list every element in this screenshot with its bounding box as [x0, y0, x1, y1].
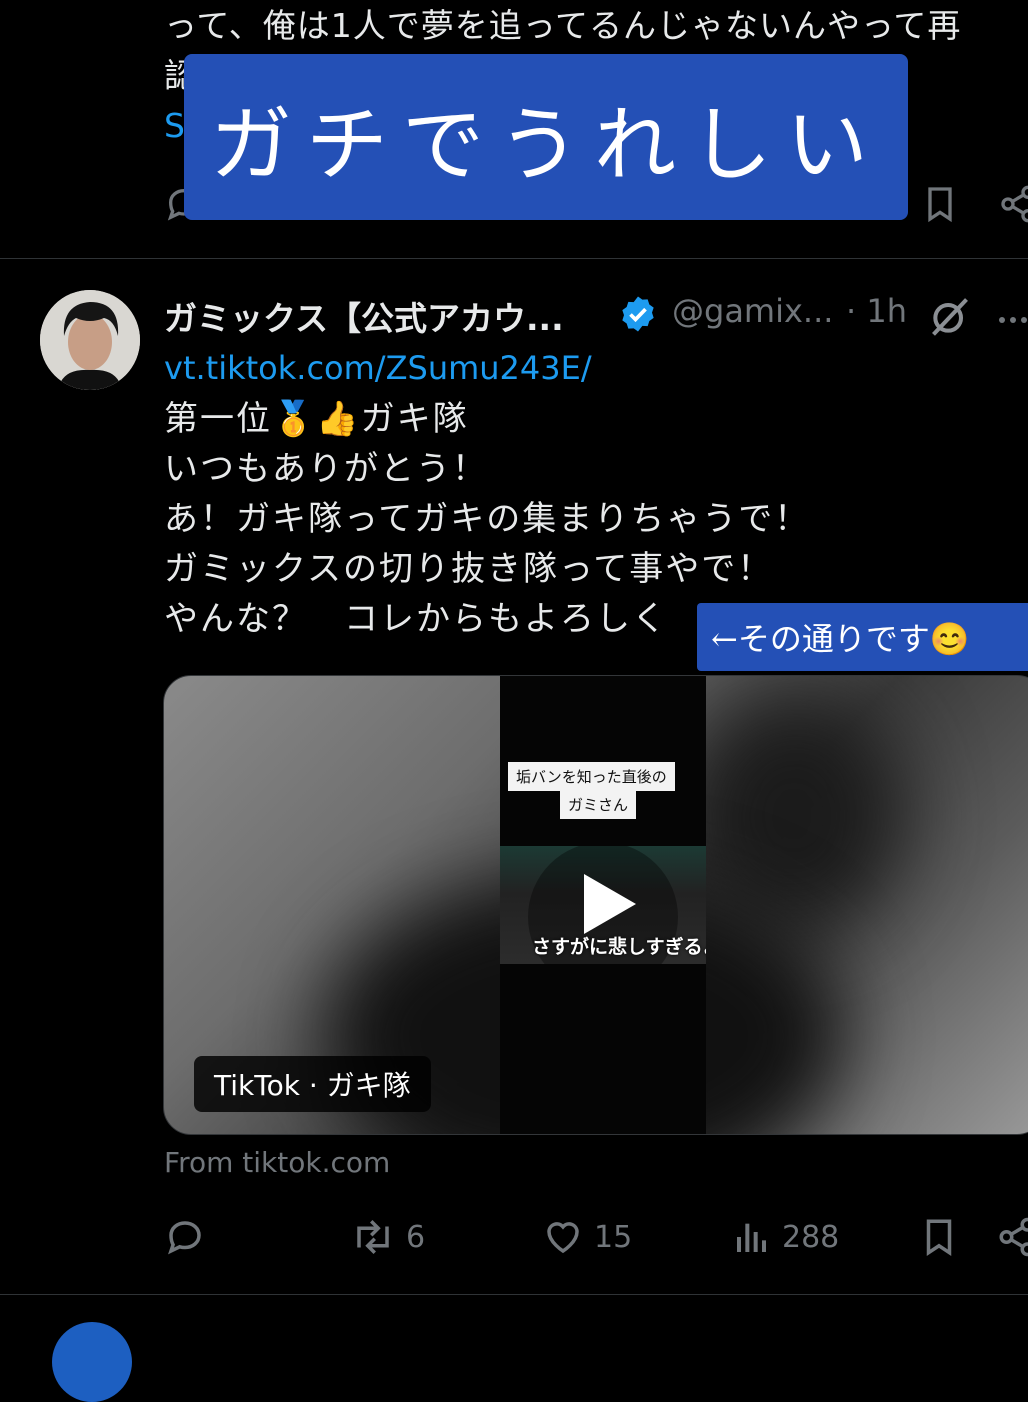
views-icon [737, 1223, 766, 1252]
divider [0, 1294, 1028, 1295]
author-name[interactable]: ガミックス【公式アカウ... [164, 292, 564, 340]
verified-badge-icon [618, 294, 658, 338]
bookmark-button[interactable] [918, 1216, 960, 1258]
divider [0, 258, 1028, 259]
tweet-text-line: あ！ガキ隊ってガキの集まりちゃうで！ [164, 499, 811, 539]
prev-tweet-text-line1: って、俺は1人で夢を追ってるんじゃないんやって再 [164, 6, 962, 45]
retweet-icon [357, 1220, 389, 1254]
video-caption-line2: ガミさん [560, 790, 637, 819]
more-options-icon[interactable] [998, 310, 1028, 329]
tweet-text-line: ガミックスの切り抜き隊って事やで！ [164, 549, 774, 589]
media-card[interactable]: 垢バンを知った直後の ガミさん さすがに悲しすぎるよ TikTok · ガキ隊 [163, 675, 1028, 1135]
tweet-text-line: やんな？ コレからもよろしく [164, 599, 668, 639]
avatar[interactable] [40, 290, 140, 390]
views-button[interactable]: 288 [732, 1216, 839, 1258]
share-icon[interactable] [998, 184, 1028, 224]
retweet-count: 6 [406, 1219, 426, 1255]
tweet-text-line: いつもありがとう！ [164, 449, 488, 489]
video-caption-line1: 垢バンを知った直後の [508, 762, 675, 791]
media-source-label: TikTok · ガキ隊 [194, 1056, 431, 1112]
author-handle[interactable]: @gamix... [672, 292, 833, 330]
heart-icon [547, 1222, 579, 1254]
views-count: 288 [782, 1219, 840, 1255]
like-count: 15 [594, 1219, 633, 1255]
video-thumbnail[interactable]: さすがに悲しすぎるよ [500, 846, 706, 964]
bookmark-icon[interactable] [920, 184, 960, 224]
tweet-link[interactable]: vt.tiktok.com/ZSumu243E/ [164, 344, 592, 392]
share-button[interactable] [996, 1216, 1028, 1258]
reply-button[interactable] [164, 1216, 206, 1258]
overlay-caption: ガチでうれしい [184, 54, 908, 220]
next-tweet-avatar[interactable] [52, 1322, 132, 1402]
video-subtitle: さすがに悲しすぎるよ [532, 936, 706, 958]
grok-icon[interactable] [928, 294, 972, 342]
note-caption: ←その通りです😊 [697, 603, 1028, 671]
bookmark-icon [926, 1219, 952, 1257]
share-icon [999, 1217, 1028, 1257]
tweet-time[interactable]: · 1h [846, 292, 907, 330]
like-button[interactable]: 15 [542, 1216, 632, 1258]
reply-icon [168, 1221, 201, 1255]
play-icon[interactable] [584, 874, 636, 934]
tweet-text-line: 第一位🥇👍ガキ隊 [164, 399, 469, 439]
link-source[interactable]: From tiktok.com [164, 1146, 390, 1179]
retweet-button[interactable]: 6 [350, 1216, 425, 1258]
prev-tweet-link[interactable]: S [164, 104, 185, 148]
